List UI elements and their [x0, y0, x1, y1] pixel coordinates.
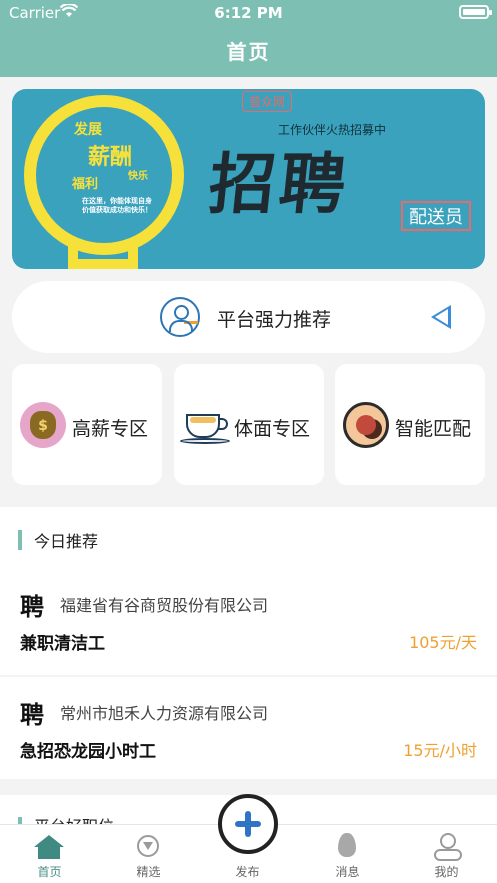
- category-decent-jobs[interactable]: 体面专区: [174, 364, 324, 485]
- money-bag-icon: $: [20, 402, 66, 448]
- job-list-item[interactable]: 聘 福建省有谷商贸股份有限公司 兼职清洁工 105元/天: [0, 571, 497, 675]
- user-arrow-icon: [160, 297, 200, 337]
- lightbulb-graphic: [24, 95, 184, 255]
- category-label: 智能匹配: [395, 418, 472, 440]
- banner-word: 薪酬: [88, 145, 133, 170]
- tab-label: 发布: [235, 865, 260, 879]
- recruit-badge: 聘: [20, 592, 44, 621]
- tab-messages[interactable]: 消息: [298, 825, 397, 883]
- top-bar: Carrier 6:12 PM 首页: [0, 0, 497, 77]
- banner-note: 在这里，你能体现自身价值获取成功和快乐！: [82, 197, 152, 214]
- tab-featured[interactable]: 精选: [99, 825, 198, 883]
- banner-tag: 普众网: [242, 91, 293, 112]
- battery-icon: [459, 5, 492, 19]
- job-salary: 105元/天: [409, 633, 477, 652]
- banner-word: 发展: [74, 122, 102, 138]
- recruit-banner[interactable]: 发展 薪酬 福利 快乐 在这里，你能体现自身价值获取成功和快乐！ 普众网 工作伙…: [12, 89, 485, 269]
- tab-label: 精选: [136, 865, 161, 879]
- tab-label: 我的: [434, 865, 459, 879]
- section-accent-bar: [18, 530, 22, 550]
- category-label: 高薪专区: [72, 418, 149, 440]
- job-salary: 15元/小时: [403, 741, 477, 760]
- banner-role: 配送员: [401, 201, 471, 231]
- platform-recommend-row[interactable]: 平台强力推荐: [12, 281, 485, 353]
- banner-word: 福利: [72, 177, 99, 192]
- tab-profile[interactable]: 我的: [397, 825, 496, 883]
- banner-headline: 招聘: [205, 146, 354, 223]
- divider: [0, 675, 497, 677]
- company-name: 福建省有谷商贸股份有限公司: [60, 596, 269, 615]
- recruit-badge: 聘: [20, 700, 44, 729]
- status-bar: Carrier 6:12 PM: [0, 0, 497, 26]
- job-title: 兼职清洁工: [20, 634, 105, 654]
- people-match-icon: [343, 402, 389, 448]
- publish-button[interactable]: [218, 794, 278, 854]
- today-recommend-section: 今日推荐 聘 福建省有谷商贸股份有限公司 兼职清洁工 105元/天 聘 常州市旭…: [0, 507, 497, 779]
- user-icon: [434, 833, 462, 861]
- tab-home[interactable]: 首页: [0, 825, 99, 883]
- tab-label: 消息: [335, 865, 360, 879]
- category-high-salary[interactable]: $ 高薪专区: [12, 364, 162, 485]
- drop-icon: [338, 833, 356, 857]
- category-smart-match[interactable]: 智能匹配: [335, 364, 485, 485]
- job-list-item[interactable]: 聘 常州市旭禾人力资源有限公司 急招恐龙园小时工 15元/小时: [0, 679, 497, 783]
- status-time: 6:12 PM: [214, 4, 283, 22]
- company-name: 常州市旭禾人力资源有限公司: [60, 704, 269, 723]
- job-title: 急招恐龙园小时工: [20, 742, 156, 762]
- section-title: 今日推荐: [34, 532, 99, 551]
- page-title: 首页: [226, 40, 271, 64]
- recommend-label: 平台强力推荐: [217, 309, 332, 331]
- triangle-left-icon[interactable]: [431, 305, 451, 329]
- coffee-cup-icon: [180, 402, 230, 448]
- banner-word: 快乐: [128, 171, 148, 182]
- category-label: 体面专区: [234, 418, 311, 440]
- diamond-icon: [137, 835, 159, 857]
- tab-label: 首页: [37, 865, 62, 879]
- home-icon: [34, 835, 64, 859]
